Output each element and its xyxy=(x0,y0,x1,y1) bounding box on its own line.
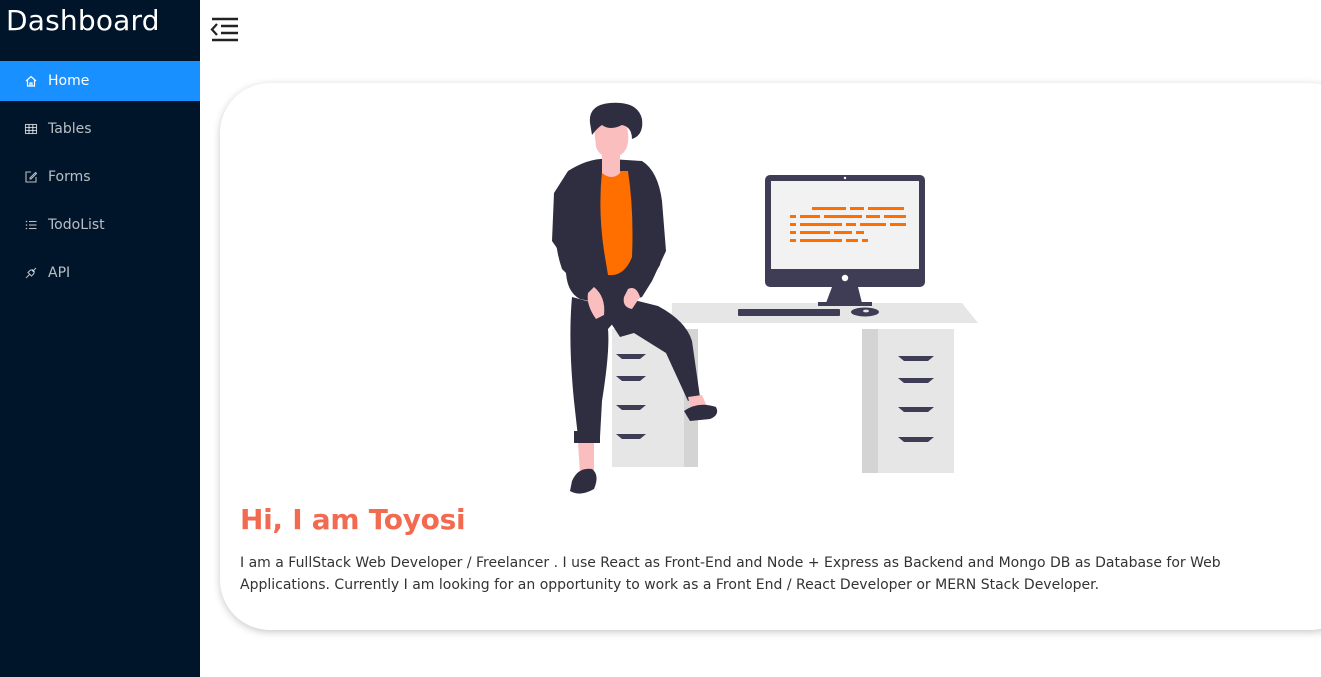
bio-text: I am a FullStack Web Developer / Freelan… xyxy=(240,555,1221,593)
page-title: Hi, I am Toyosi xyxy=(240,503,466,536)
sidebar-item-forms[interactable]: Forms xyxy=(0,157,200,197)
sidebar-item-tables[interactable]: Tables xyxy=(0,109,200,149)
sidebar-item-label: TodoList xyxy=(48,217,105,233)
edit-icon xyxy=(24,170,38,184)
intro-card: Hi, I am Toyosi I am a FullStack Web Dev… xyxy=(220,83,1321,630)
sidebar-menu: Home Tables Forms TodoList API xyxy=(0,61,200,293)
sidebar: Dashboard Home Tables Forms TodoList API xyxy=(0,0,200,677)
table-icon xyxy=(24,122,38,136)
sidebar-item-label: API xyxy=(48,265,71,281)
developer-illustration xyxy=(550,101,980,505)
sidebar-item-home[interactable]: Home xyxy=(0,61,200,101)
home-icon xyxy=(24,74,38,88)
list-icon xyxy=(24,218,38,232)
sidebar-item-todolist[interactable]: TodoList xyxy=(0,205,200,245)
sidebar-item-label: Home xyxy=(48,73,90,89)
menu-fold-icon[interactable] xyxy=(210,16,240,42)
sidebar-item-api[interactable]: API xyxy=(0,253,200,293)
sidebar-title: Dashboard xyxy=(6,4,160,37)
sidebar-item-label: Forms xyxy=(48,169,91,185)
sidebar-item-label: Tables xyxy=(48,121,92,137)
api-icon xyxy=(24,266,38,280)
